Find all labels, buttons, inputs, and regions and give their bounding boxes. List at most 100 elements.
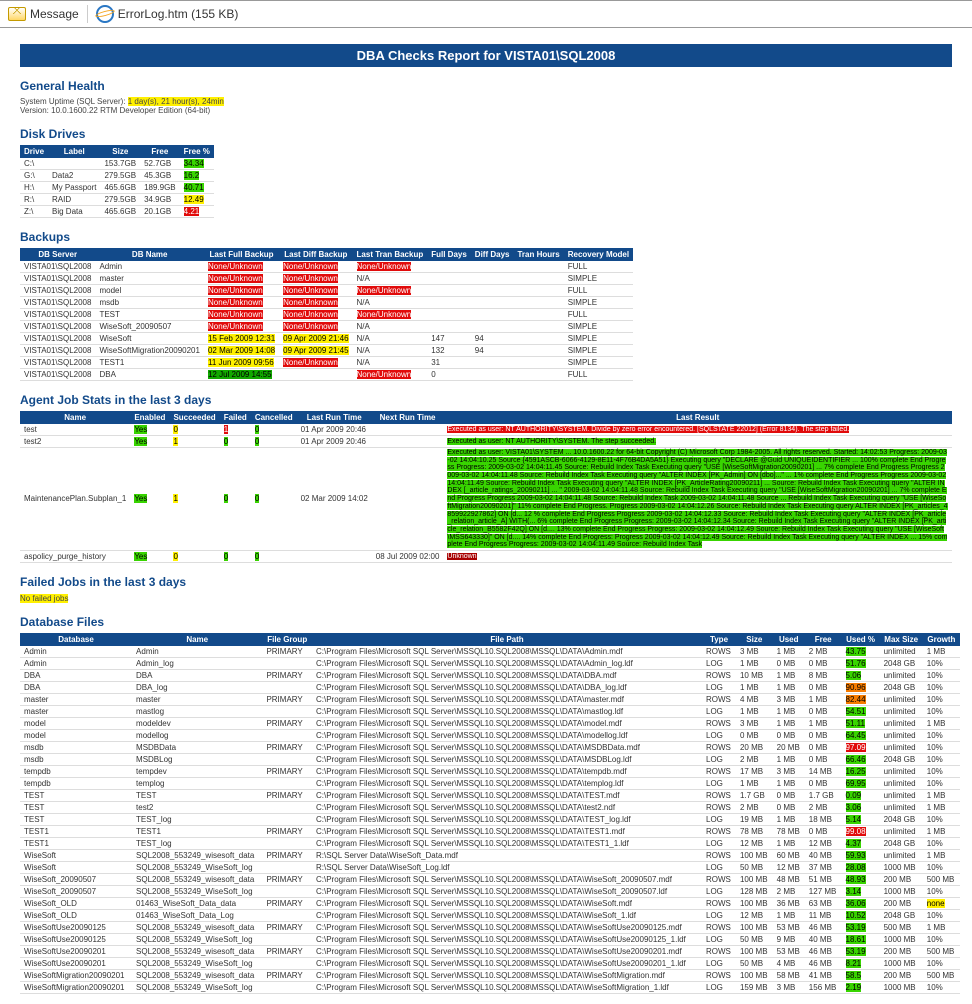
cell: WiseSoftUse20090125 [20, 933, 132, 945]
cell: 31 [427, 357, 471, 369]
cell: master [95, 273, 204, 285]
cell [372, 424, 444, 436]
cell: ROWS [702, 945, 736, 957]
cell: C:\Program Files\Microsoft SQL Server\MS… [312, 969, 702, 981]
cell: 3.14 [842, 885, 880, 897]
cell: PRIMARY [262, 741, 312, 753]
cell: 10% [923, 741, 960, 753]
cell [427, 285, 471, 297]
cell: 0 MB [805, 705, 842, 717]
cell: 0 MB [805, 729, 842, 741]
cell: 40 MB [805, 849, 842, 861]
cell: 0 MB [736, 729, 773, 741]
cell: LOG [702, 729, 736, 741]
cell: 10% [923, 981, 960, 993]
col-header: Label [48, 145, 100, 158]
col-header: File Path [312, 633, 702, 646]
cell: 4 MB [773, 957, 805, 969]
cell: 11 Jun 2009 09:56 [204, 357, 279, 369]
cell: WiseSoftUse20090125 [20, 921, 132, 933]
cell: SQL2008_553249_wisesoft_data [132, 921, 262, 933]
cell [427, 273, 471, 285]
cell: None/Unknown [204, 261, 279, 273]
cell: WiseSoft_20090507 [20, 873, 132, 885]
attachment-name[interactable]: ErrorLog.htm (155 KB) [118, 7, 239, 21]
cell: 58 MB [773, 969, 805, 981]
cell: 02 Mar 2009 14:02 [297, 448, 372, 551]
cell: 14 MB [805, 765, 842, 777]
cell: ROWS [702, 789, 736, 801]
cell: modellog [132, 729, 262, 741]
table-row: WiseSoft_20090507SQL2008_553249_WiseSoft… [20, 885, 960, 897]
col-header: Drive [20, 145, 48, 158]
cell: 36 MB [773, 897, 805, 909]
uptime-label: System Uptime (SQL Server): [20, 97, 126, 106]
cell: Admin [132, 646, 262, 658]
cell: 1.7 GB [805, 789, 842, 801]
table-row: Z:\Big Data465.6GB20.1GB4.21 [20, 206, 214, 218]
cell: SIMPLE [564, 357, 633, 369]
cell [471, 285, 514, 297]
col-header: Failed [220, 411, 251, 424]
cell: 2048 GB [880, 837, 923, 849]
cell: 100 MB [736, 945, 773, 957]
cell: tempdb [20, 765, 132, 777]
cell: 0 MB [805, 741, 842, 753]
cell: 153.7GB [100, 158, 140, 170]
cell: 1 [220, 424, 251, 436]
cell: DBA [132, 669, 262, 681]
cell: SQL2008_553249_WiseSoft_log [132, 981, 262, 993]
cell: 3 MB [736, 717, 773, 729]
table-row: VISTA01\SQL2008WiseSoft_20090507None/Unk… [20, 321, 633, 333]
cell: VISTA01\SQL2008 [20, 369, 95, 381]
cell: 0 [169, 424, 219, 436]
cell: C:\Program Files\Microsoft SQL Server\MS… [312, 933, 702, 945]
table-row: testYes01001 Apr 2009 20:46Executed as u… [20, 424, 952, 436]
cell: 2.19 [842, 981, 880, 993]
cell: 10% [923, 657, 960, 669]
table-row: aspolicy_purge_historyYes00008 Jul 2009 … [20, 550, 952, 562]
table-row: VISTA01\SQL2008TESTNone/UnknownNone/Unkn… [20, 309, 633, 321]
cell: 1 MB [923, 646, 960, 658]
cell: master [20, 705, 132, 717]
cell: modeldev [132, 717, 262, 729]
cell: 0 MB [773, 657, 805, 669]
cell: 4.21 [180, 206, 214, 218]
cell: VISTA01\SQL2008 [20, 273, 95, 285]
cell: 46 MB [805, 945, 842, 957]
cell: 09 Apr 2009 21:46 [279, 333, 352, 345]
cell: 54.51 [842, 705, 880, 717]
cell: 3 MB [773, 981, 805, 993]
cell: None/Unknown [353, 369, 428, 381]
cell: PRIMARY [262, 969, 312, 981]
cell: 01463_WiseSoft_Data_Log [132, 909, 262, 921]
cell: 3.06 [842, 801, 880, 813]
cell: 1 MB [773, 646, 805, 658]
cell: 100 MB [736, 849, 773, 861]
table-row: WiseSoftUse20090201SQL2008_553249_wiseso… [20, 945, 960, 957]
col-header: Tran Hours [513, 248, 563, 261]
cell: 5.14 [842, 813, 880, 825]
cell: 8 MB [805, 669, 842, 681]
cell: WiseSoft_OLD [20, 909, 132, 921]
cell: VISTA01\SQL2008 [20, 333, 95, 345]
dbfiles-table: DatabaseNameFile GroupFile PathTypeSizeU… [20, 633, 960, 994]
cell: PRIMARY [262, 945, 312, 957]
cell: 36.06 [842, 897, 880, 909]
table-row: mastermasterPRIMARYC:\Program Files\Micr… [20, 693, 960, 705]
cell: Big Data [48, 206, 100, 218]
cell [262, 885, 312, 897]
cell: 0 [220, 436, 251, 448]
cell: WiseSoftMigration20090201 [95, 345, 204, 357]
cell: 41 MB [805, 969, 842, 981]
message-label[interactable]: Message [30, 7, 79, 21]
cell: 0 [251, 448, 297, 551]
cell: 1 MB [923, 801, 960, 813]
cell: 4 MB [736, 693, 773, 705]
cell: None/Unknown [353, 261, 428, 273]
cell: 0 MB [805, 753, 842, 765]
cell: 1 MB [773, 909, 805, 921]
section-disk: Disk Drives [20, 127, 952, 141]
cell: 40.71 [180, 182, 214, 194]
disk-table: DriveLabelSizeFreeFree %C:\153.7GB52.7GB… [20, 145, 214, 218]
